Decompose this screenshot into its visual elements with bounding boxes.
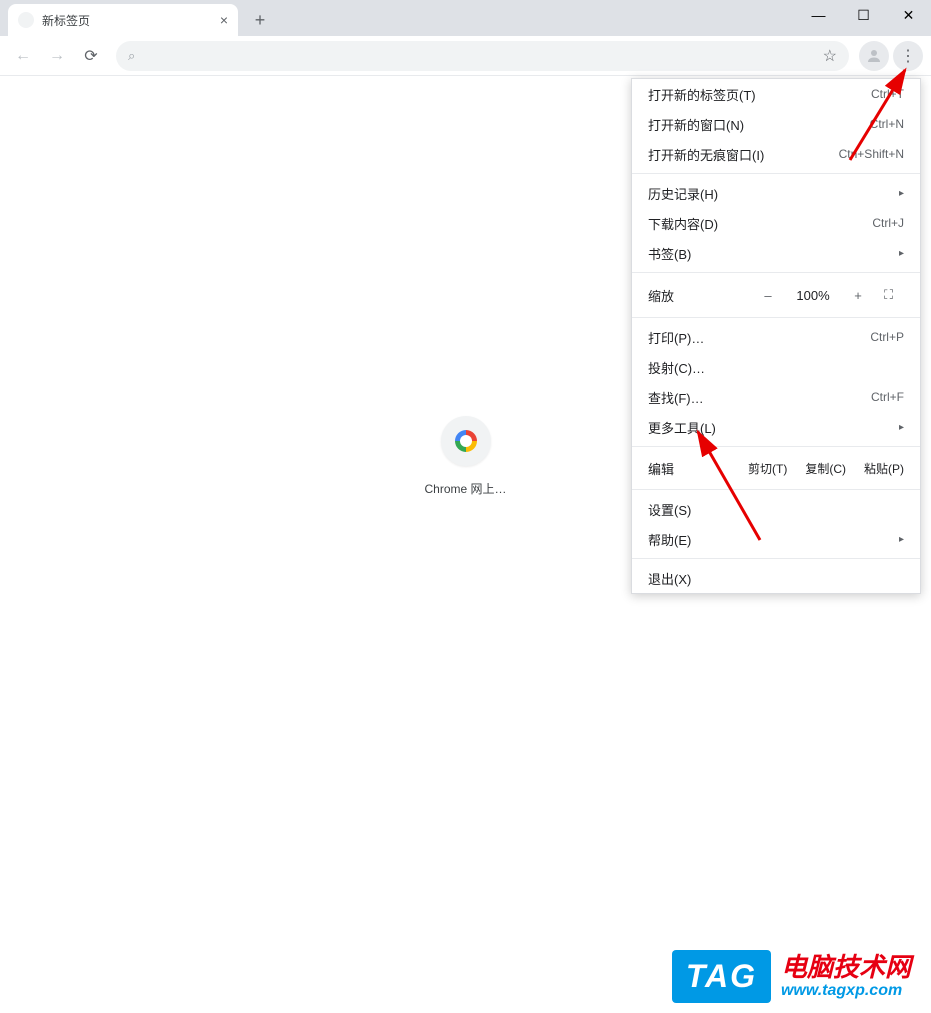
menu-shortcut: Ctrl+Shift+N: [839, 147, 904, 161]
search-icon: ⌕: [128, 48, 135, 64]
menu-item-label: 退出(X): [648, 569, 691, 588]
submenu-arrow-icon: ▸: [899, 422, 904, 433]
menu-history[interactable]: 历史记录(H) ▸: [632, 178, 920, 208]
menu-item-label: 打印(P)…: [648, 328, 704, 347]
edit-label: 编辑: [648, 459, 674, 478]
menu-item-label: 打开新的窗口(N): [648, 115, 744, 134]
profile-button[interactable]: [859, 41, 889, 71]
forward-button[interactable]: →: [42, 41, 72, 71]
menu-bookmarks[interactable]: 书签(B) ▸: [632, 238, 920, 268]
menu-shortcut: Ctrl+J: [872, 216, 904, 230]
menu-separator: [632, 173, 920, 174]
menu-separator: [632, 558, 920, 559]
menu-print[interactable]: 打印(P)… Ctrl+P: [632, 322, 920, 352]
menu-button[interactable]: ⋮: [893, 41, 923, 71]
menu-more-tools[interactable]: 更多工具(L) ▸: [632, 412, 920, 442]
close-window-button[interactable]: ✕: [886, 0, 931, 30]
watermark-line1: 电脑技术网: [781, 953, 911, 982]
menu-item-label: 查找(F)…: [648, 388, 704, 407]
menu-item-label: 设置(S): [648, 500, 691, 519]
fullscreen-button[interactable]: ⛶: [884, 287, 904, 303]
menu-item-label: 投射(C)…: [648, 358, 705, 377]
maximize-button[interactable]: ☐: [841, 0, 886, 30]
menu-item-label: 更多工具(L): [648, 418, 716, 437]
menu-shortcut: Ctrl+N: [870, 117, 904, 131]
zoom-out-button[interactable]: –: [758, 288, 778, 303]
menu-item-label: 书签(B): [648, 244, 691, 263]
toolbar: ← → ⟳ ⌕ ☆ ⋮: [0, 36, 931, 76]
menu-separator: [632, 489, 920, 490]
address-input[interactable]: [143, 48, 822, 64]
menu-zoom: 缩放 – 100% + ⛶: [632, 277, 920, 313]
menu-new-window[interactable]: 打开新的窗口(N) Ctrl+N: [632, 109, 920, 139]
menu-item-label: 下载内容(D): [648, 214, 718, 233]
bookmark-star-icon[interactable]: ☆: [823, 46, 837, 66]
tab-title: 新标签页: [42, 12, 90, 29]
menu-item-label: 打开新的无痕窗口(I): [648, 145, 764, 164]
edit-copy[interactable]: 复制(C): [805, 460, 846, 477]
menu-shortcut: Ctrl+F: [871, 390, 904, 404]
chrome-webstore-icon[interactable]: [441, 416, 491, 466]
submenu-arrow-icon: ▸: [899, 188, 904, 199]
tab-close-icon[interactable]: ×: [220, 12, 228, 28]
menu-find[interactable]: 查找(F)… Ctrl+F: [632, 382, 920, 412]
menu-exit[interactable]: 退出(X): [632, 563, 920, 593]
tab-favicon: [18, 12, 34, 28]
zoom-value: 100%: [794, 288, 832, 303]
watermark-tag: TAG: [672, 950, 771, 1003]
zoom-in-button[interactable]: +: [848, 288, 868, 303]
menu-incognito[interactable]: 打开新的无痕窗口(I) Ctrl+Shift+N: [632, 139, 920, 169]
menu-separator: [632, 446, 920, 447]
menu-separator: [632, 317, 920, 318]
minimize-button[interactable]: —: [796, 0, 841, 30]
browser-tab[interactable]: 新标签页 ×: [8, 4, 238, 36]
submenu-arrow-icon: ▸: [899, 534, 904, 545]
watermark: TAG 电脑技术网 www.tagxp.com: [672, 950, 911, 1003]
menu-item-label: 帮助(E): [648, 530, 691, 549]
edit-paste[interactable]: 粘贴(P): [864, 460, 904, 477]
menu-downloads[interactable]: 下载内容(D) Ctrl+J: [632, 208, 920, 238]
menu-shortcut: Ctrl+T: [871, 87, 904, 101]
submenu-arrow-icon: ▸: [899, 248, 904, 259]
main-menu: 打开新的标签页(T) Ctrl+T 打开新的窗口(N) Ctrl+N 打开新的无…: [631, 78, 921, 594]
titlebar: 新标签页 × + — ☐ ✕: [0, 0, 931, 36]
menu-separator: [632, 272, 920, 273]
window-controls: — ☐ ✕: [796, 0, 931, 30]
watermark-line2: www.tagxp.com: [781, 982, 911, 1000]
reload-button[interactable]: ⟳: [76, 41, 106, 71]
back-button[interactable]: ←: [8, 41, 38, 71]
menu-edit: 编辑 剪切(T) 复制(C) 粘贴(P): [632, 451, 920, 485]
menu-item-label: 打开新的标签页(T): [648, 85, 756, 104]
menu-settings[interactable]: 设置(S): [632, 494, 920, 524]
menu-shortcut: Ctrl+P: [870, 330, 904, 344]
profile-icon: [865, 47, 883, 65]
zoom-label: 缩放: [648, 286, 674, 305]
new-tab-button[interactable]: +: [246, 6, 274, 34]
menu-item-label: 历史记录(H): [648, 184, 718, 203]
edit-cut[interactable]: 剪切(T): [748, 460, 787, 477]
menu-cast[interactable]: 投射(C)…: [632, 352, 920, 382]
address-bar[interactable]: ⌕ ☆: [116, 41, 849, 71]
menu-help[interactable]: 帮助(E) ▸: [632, 524, 920, 554]
menu-new-tab[interactable]: 打开新的标签页(T) Ctrl+T: [632, 79, 920, 109]
